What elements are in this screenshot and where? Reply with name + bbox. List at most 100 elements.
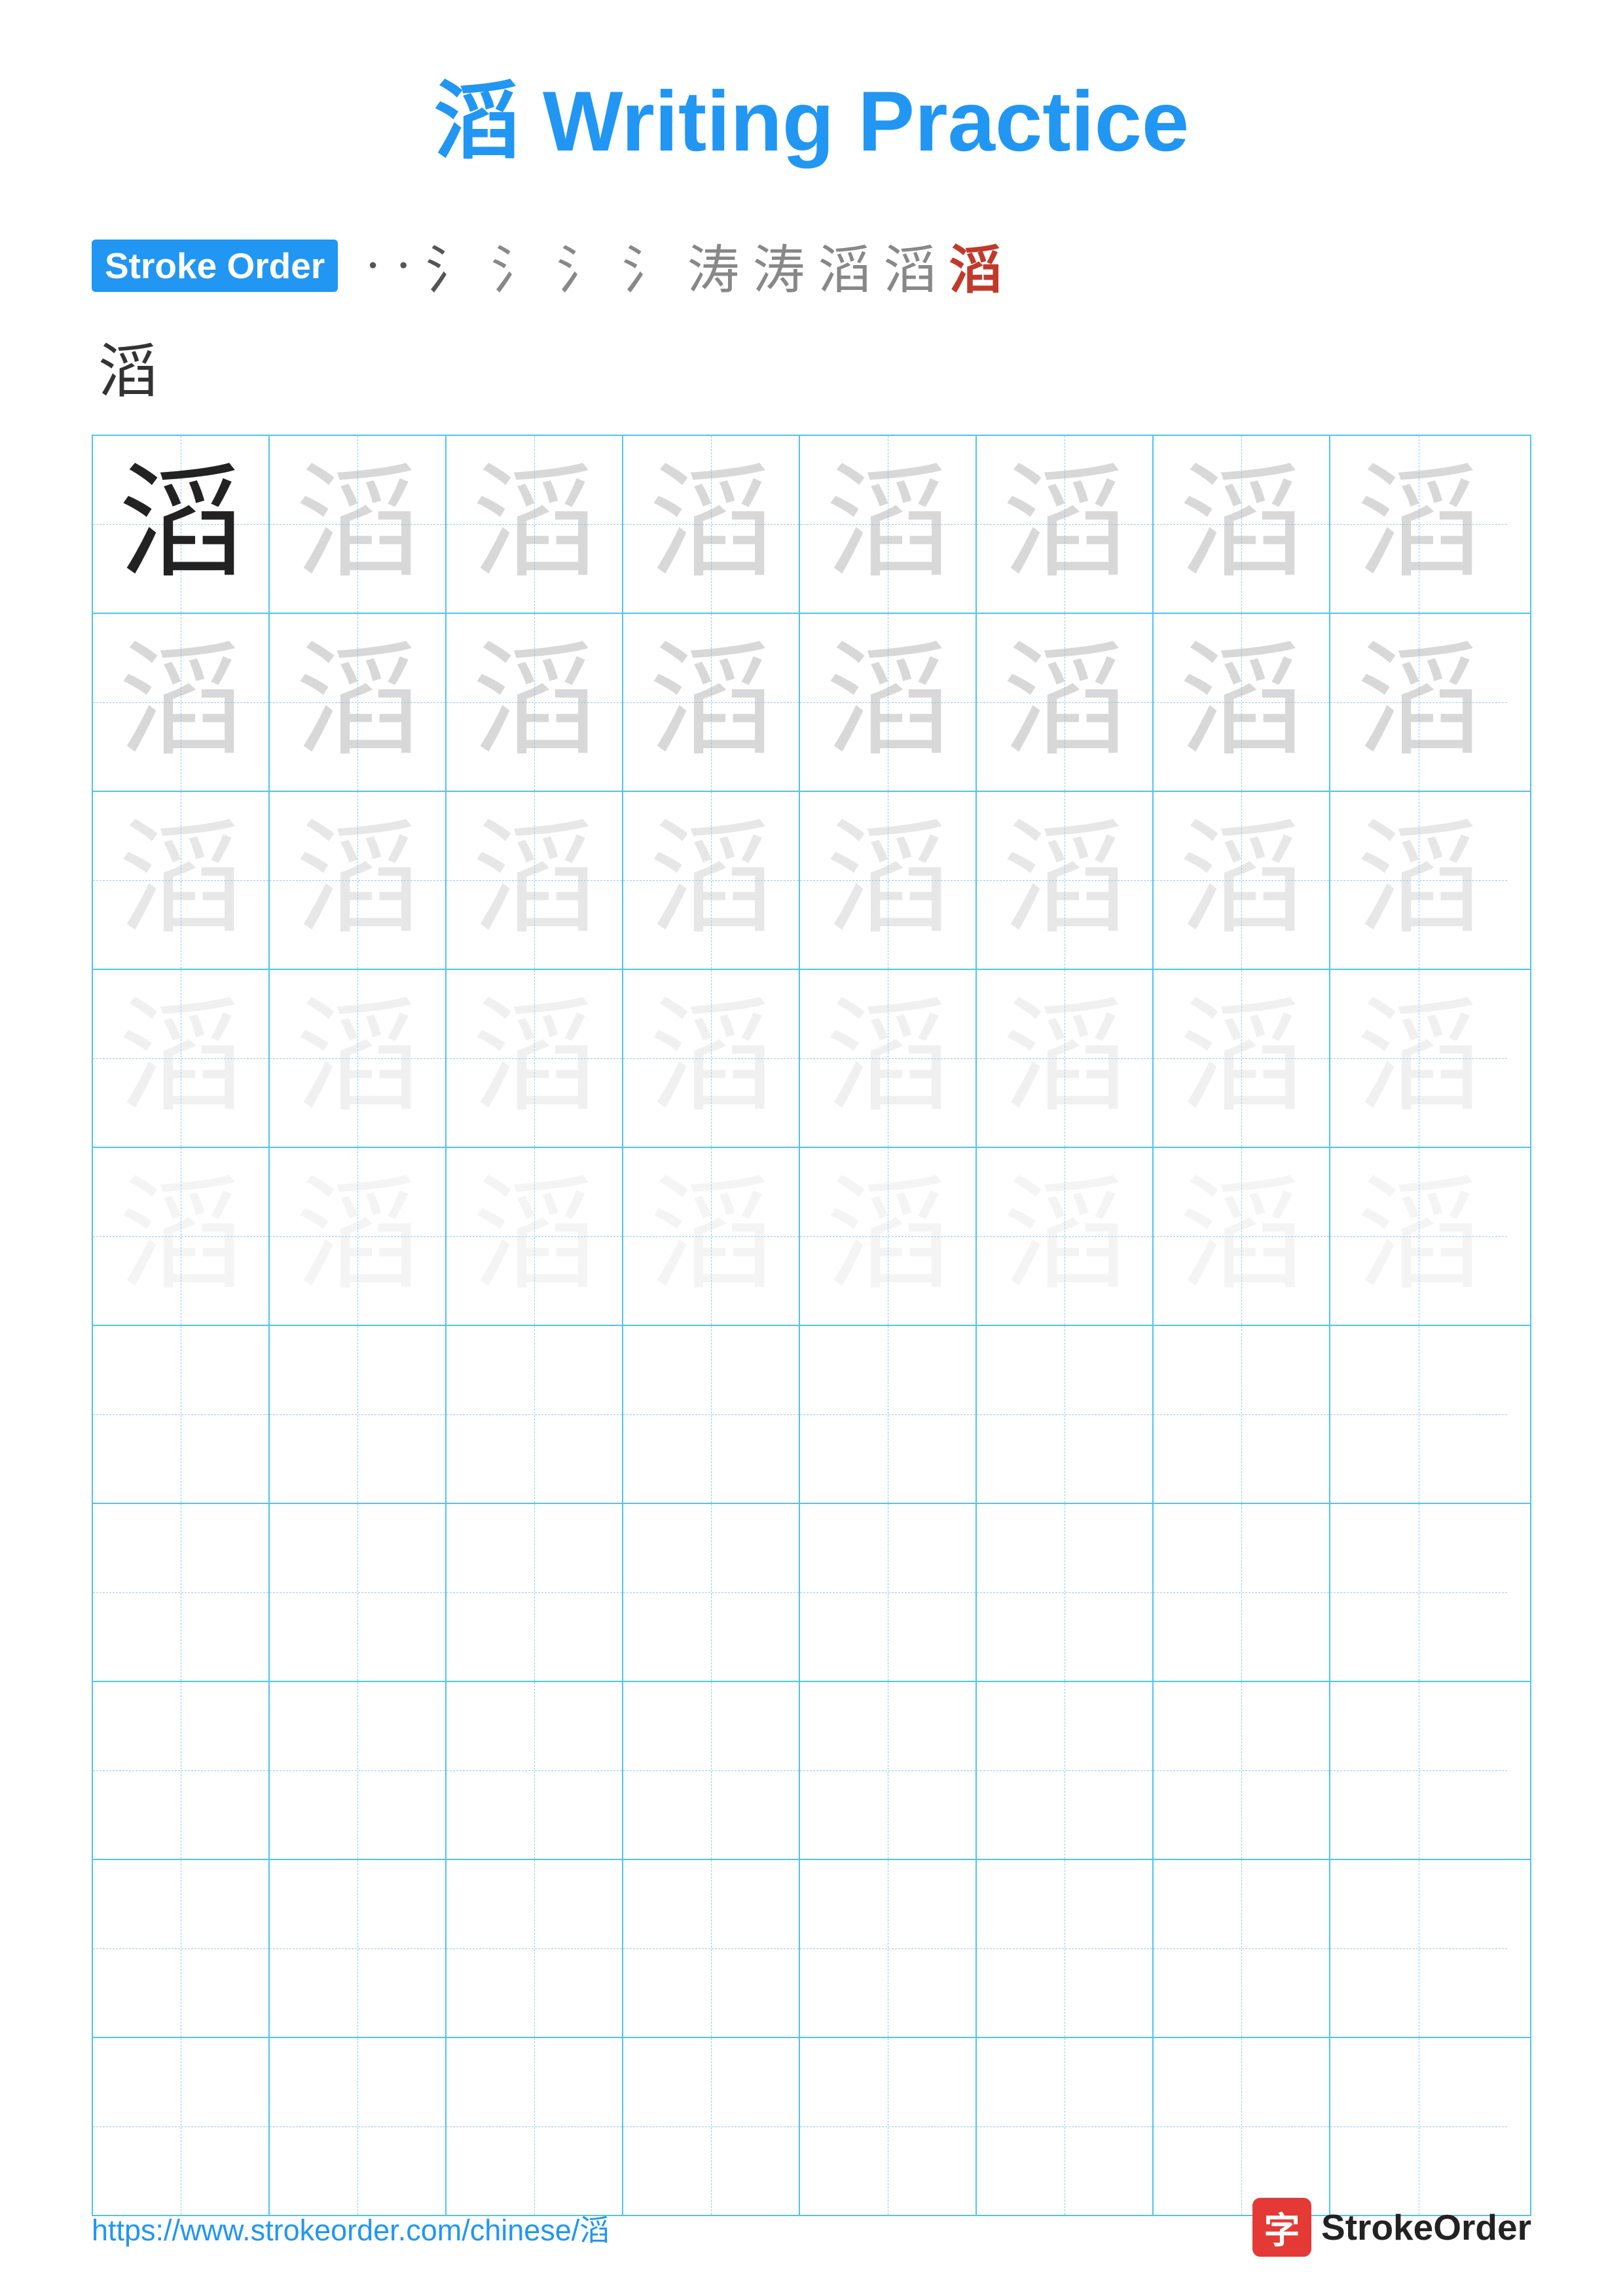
grid-cell-4-5: 滔 (800, 970, 977, 1147)
grid-cell-7-7 (1154, 1504, 1330, 1681)
char-2-3: 滔 (472, 640, 596, 764)
grid-cell-4-6: 滔 (977, 970, 1154, 1147)
footer-logo-text: StrokeOrder (1321, 2206, 1531, 2248)
grid-cell-8-5 (800, 1682, 977, 1859)
stroke-step-7: 涛 (687, 228, 740, 304)
char-2-4: 滔 (649, 640, 773, 764)
grid-cell-6-4 (623, 1326, 800, 1503)
grid-cell-10-5 (800, 2038, 977, 2215)
footer: https://www.strokeorder.com/chinese/滔 字 … (92, 2198, 1531, 2257)
grid-cell-1-7: 滔 (1154, 436, 1330, 613)
char-5-4: 滔 (649, 1174, 773, 1299)
char-5-6: 滔 (1002, 1174, 1127, 1299)
grid-row-5: 滔 滔 滔 滔 滔 滔 滔 滔 (93, 1148, 1530, 1326)
char-4-1: 滔 (119, 996, 243, 1121)
char-5-7: 滔 (1179, 1174, 1304, 1299)
stroke-step-4: 氵 (491, 228, 543, 304)
grid-cell-8-8 (1330, 1682, 1507, 1859)
stroke-step-8: 涛 (753, 228, 805, 304)
grid-cell-2-7: 滔 (1154, 614, 1330, 791)
grid-cell-8-2 (270, 1682, 447, 1859)
grid-cell-10-3 (447, 2038, 623, 2215)
grid-cell-10-8 (1330, 2038, 1507, 2215)
grid-cell-1-3: 滔 (447, 436, 623, 613)
grid-cell-3-1: 滔 (93, 792, 270, 969)
grid-cell-4-2: 滔 (270, 970, 447, 1147)
grid-cell-5-5: 滔 (800, 1148, 977, 1325)
footer-url[interactable]: https://www.strokeorder.com/chinese/滔 (92, 2206, 609, 2249)
grid-cell-9-4 (623, 1860, 800, 2037)
grid-cell-1-8: 滔 (1330, 436, 1507, 613)
grid-cell-2-2: 滔 (270, 614, 447, 791)
grid-cell-8-7 (1154, 1682, 1330, 1859)
stroke-final-char: 滔 (98, 323, 1531, 408)
grid-cell-3-7: 滔 (1154, 792, 1330, 969)
char-1-3: 滔 (472, 462, 596, 586)
char-4-3: 滔 (472, 996, 596, 1121)
grid-cell-5-7: 滔 (1154, 1148, 1330, 1325)
page: 滔 Writing Practice Stroke Order · · 氵 氵 … (0, 0, 1623, 2296)
char-4-2: 滔 (295, 996, 420, 1121)
grid-cell-4-8: 滔 (1330, 970, 1507, 1147)
char-2-6: 滔 (1002, 640, 1127, 764)
grid-row-6 (93, 1326, 1530, 1504)
grid-cell-2-8: 滔 (1330, 614, 1507, 791)
stroke-step-3: 氵 (426, 228, 478, 304)
grid-cell-10-6 (977, 2038, 1154, 2215)
grid-cell-9-5 (800, 1860, 977, 2037)
char-3-7: 滔 (1179, 818, 1304, 942)
grid-cell-3-2: 滔 (270, 792, 447, 969)
grid-cell-2-3: 滔 (447, 614, 623, 791)
grid-cell-9-1 (93, 1860, 270, 2037)
char-3-2: 滔 (295, 818, 420, 942)
char-2-1: 滔 (119, 640, 243, 764)
char-1-4: 滔 (649, 462, 773, 586)
grid-cell-1-5: 滔 (800, 436, 977, 613)
grid-cell-4-1: 滔 (93, 970, 270, 1147)
char-3-1: 滔 (119, 818, 243, 942)
char-4-6: 滔 (1002, 996, 1127, 1121)
grid-cell-2-5: 滔 (800, 614, 977, 791)
char-5-5: 滔 (826, 1174, 950, 1299)
grid-cell-9-6 (977, 1860, 1154, 2037)
stroke-order-chars: · · 氵 氵 氵 氵 涛 涛 滔 滔 滔 (357, 228, 1008, 304)
stroke-step-5: 氵 (556, 228, 609, 304)
grid-cell-7-5 (800, 1504, 977, 1681)
char-3-6: 滔 (1002, 818, 1127, 942)
grid-cell-8-3 (447, 1682, 623, 1859)
grid-row-2: 滔 滔 滔 滔 滔 滔 滔 滔 (93, 614, 1530, 792)
stroke-step-6: 氵 (622, 228, 674, 304)
grid-cell-7-8 (1330, 1504, 1507, 1681)
grid-cell-6-8 (1330, 1326, 1507, 1503)
char-1-5: 滔 (826, 462, 950, 586)
char-3-4: 滔 (649, 818, 773, 942)
grid-cell-7-2 (270, 1504, 447, 1681)
char-4-5: 滔 (826, 996, 950, 1121)
grid-row-8 (93, 1682, 1530, 1860)
char-3-8: 滔 (1357, 818, 1481, 942)
grid-cell-9-7 (1154, 1860, 1330, 2037)
grid-cell-10-1 (93, 2038, 270, 2215)
grid-cell-6-7 (1154, 1326, 1330, 1503)
char-1-1: 滔 (119, 462, 243, 586)
grid-cell-3-3: 滔 (447, 792, 623, 969)
char-2-8: 滔 (1357, 640, 1481, 764)
grid-cell-5-8: 滔 (1330, 1148, 1507, 1325)
grid-cell-6-2 (270, 1326, 447, 1503)
grid-cell-7-1 (93, 1504, 270, 1681)
grid-cell-8-6 (977, 1682, 1154, 1859)
stroke-step-9: 滔 (818, 228, 871, 304)
grid-cell-9-3 (447, 1860, 623, 2037)
title-chinese-char: 滔 (434, 73, 519, 169)
grid-cell-6-3 (447, 1326, 623, 1503)
grid-cell-8-4 (623, 1682, 800, 1859)
char-2-5: 滔 (826, 640, 950, 764)
grid-cell-5-2: 滔 (270, 1148, 447, 1325)
grid-cell-2-4: 滔 (623, 614, 800, 791)
grid-cell-3-8: 滔 (1330, 792, 1507, 969)
practice-grid: 滔 滔 滔 滔 滔 滔 滔 滔 (92, 435, 1531, 2216)
grid-cell-5-3: 滔 (447, 1148, 623, 1325)
char-3-3: 滔 (472, 818, 596, 942)
page-title: 滔 Writing Practice (92, 52, 1531, 175)
grid-cell-10-4 (623, 2038, 800, 2215)
